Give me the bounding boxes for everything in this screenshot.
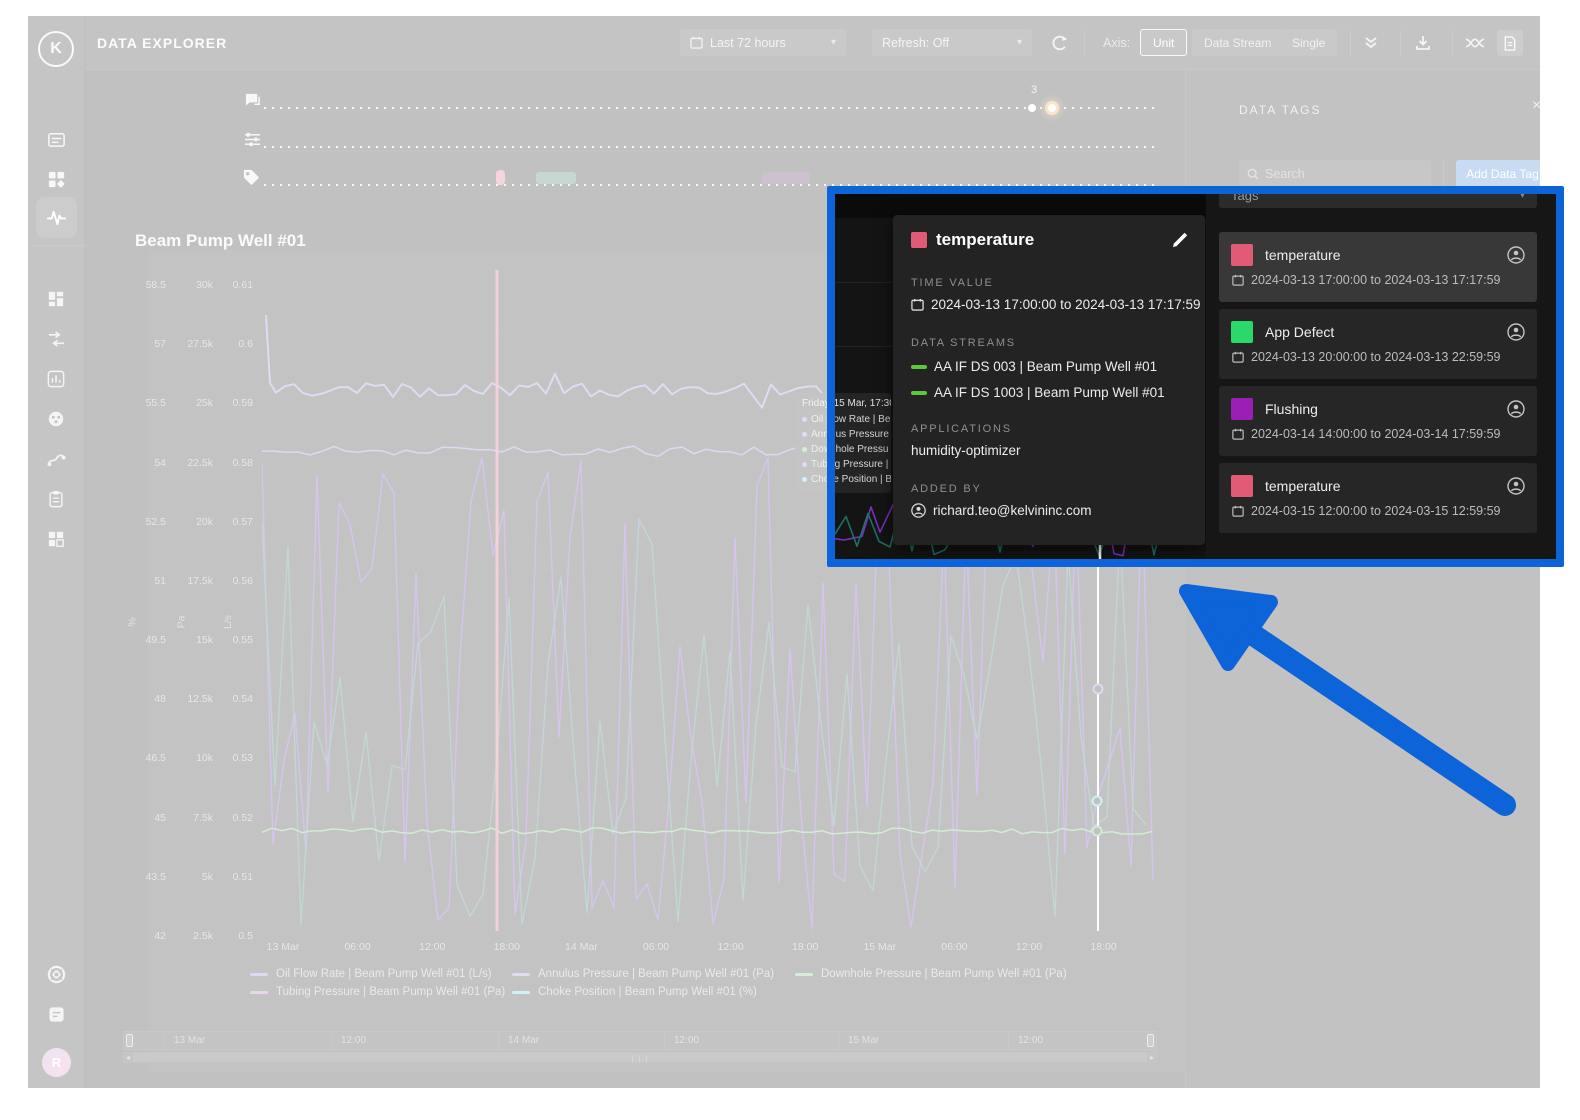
tag-date-text: 2024-03-14 14:00:00 to 2024-03-14 17:59:… [1251, 427, 1501, 441]
tag-card[interactable]: temperature 2024-03-13 17:00:00 to 2024-0… [1219, 232, 1537, 302]
tag-name: App Defect [1265, 324, 1335, 340]
data-tag-popup: temperature TIME VALUE 2024-03-13 17:00:… [893, 215, 1205, 545]
data-stream-swatch [911, 364, 927, 369]
tooltip-row: Downhole Pressu [835, 442, 888, 457]
calendar-icon [1232, 428, 1244, 440]
tag-date-range: 2024-03-14 14:00:00 to 2024-03-14 17:59:… [1232, 427, 1501, 441]
annotation-highlight-box: Friday, 15 Mar, 17:30 Oil Flow Rate | Be… [827, 186, 1564, 567]
data-stream-item: AA IF DS 003 | Beam Pump Well #01 [911, 359, 1157, 374]
tag-owner-button[interactable] [1507, 323, 1525, 341]
tag-date-text: 2024-03-13 17:00:00 to 2024-03-13 17:17:… [1251, 273, 1501, 287]
tooltip-series-label: Oil Flow Rate | Be [835, 414, 891, 425]
tooltip-row: Choke Position | B [835, 472, 891, 487]
tooltip-title: Friday, 15 Mar, 17:30 [835, 398, 891, 409]
person-icon [1507, 246, 1525, 264]
tag-color-swatch [911, 232, 927, 248]
tag-date-range: 2024-03-13 17:00:00 to 2024-03-13 17:17:… [1232, 273, 1501, 287]
tag-date-range: 2024-03-13 20:00:00 to 2024-03-13 22:59:… [1232, 350, 1501, 364]
tag-owner-button[interactable] [1507, 400, 1525, 418]
time-value-text: 2024-03-13 17:00:00 to 2024-03-13 17:17:… [931, 297, 1201, 312]
tooltip-series-label: Choke Position | B [835, 474, 891, 485]
tag-name: temperature [1265, 478, 1341, 494]
added-by-email: richard.teo@kelvininc.com [933, 503, 1092, 518]
applications-label: APPLICATIONS [911, 423, 1012, 435]
highlight-chart-region: Friday, 15 Mar, 17:30 Oil Flow Rate | Be… [835, 194, 1206, 559]
pencil-icon [1173, 232, 1188, 247]
calendar-icon [1232, 351, 1244, 363]
person-icon [1507, 400, 1525, 418]
tooltip-series-label: Tubing Pressure | [835, 459, 889, 470]
tag-card[interactable]: temperature 2024-03-15 12:00:00 to 2024-0… [1219, 463, 1537, 533]
tag-date-range: 2024-03-15 12:00:00 to 2024-03-15 12:59:… [1232, 504, 1501, 518]
data-stream-swatch [911, 390, 927, 395]
tooltip-row: Tubing Pressure | [835, 457, 888, 472]
tag-name: Flushing [1265, 401, 1318, 417]
calendar-icon [911, 298, 924, 311]
data-stream-item: AA IF DS 1003 | Beam Pump Well #01 [911, 385, 1165, 400]
tag-date-text: 2024-03-13 20:00:00 to 2024-03-13 22:59:… [1251, 350, 1501, 364]
person-icon [1507, 477, 1525, 495]
person-icon [1507, 323, 1525, 341]
person-icon [911, 503, 926, 518]
tag-color-swatch [1231, 475, 1253, 497]
tag-date-text: 2024-03-15 12:00:00 to 2024-03-15 12:59:… [1251, 504, 1501, 518]
page: { "topbar": { "app_title": "DATA EXPLORE… [0, 0, 1580, 1120]
calendar-icon [1232, 505, 1244, 517]
time-value: 2024-03-13 17:00:00 to 2024-03-13 17:17:… [911, 297, 1200, 312]
tag-owner-button[interactable] [1507, 246, 1525, 264]
edit-button[interactable] [1171, 231, 1189, 249]
application-name: humidity-optimizer [911, 443, 1021, 458]
tooltip-series-label: Downhole Pressu [835, 444, 889, 455]
tag-card[interactable]: App Defect 2024-03-13 20:00:00 to 2024-03… [1219, 309, 1537, 379]
data-streams-label: DATA STREAMS [911, 337, 1016, 349]
tag-color-swatch [1231, 398, 1253, 420]
data-stream-label: AA IF DS 003 | Beam Pump Well #01 [934, 359, 1158, 374]
tooltip-row: Annulus Pressure [835, 427, 889, 442]
tooltip-fragment: Friday, 15 Mar, 17:30 Oil Flow Rate | Be… [835, 393, 891, 493]
tooltip-rows: Oil Flow Rate | Be Annulus Pressure Downho… [835, 412, 891, 487]
tooltip-series-label: Annulus Pressure [835, 429, 889, 440]
tag-owner-button[interactable] [1507, 477, 1525, 495]
added-by-label: ADDED BY [911, 483, 982, 495]
highlight-tags-region: Tags ▾ temperature 2024-03-13 17:00:00 to… [1206, 194, 1556, 559]
tag-color-swatch [1231, 244, 1253, 266]
tooltip-row: Oil Flow Rate | Be [835, 412, 890, 427]
popup-title: temperature [936, 230, 1035, 249]
added-by: richard.teo@kelvininc.com [911, 503, 1092, 518]
calendar-icon [1232, 274, 1244, 286]
tag-color-swatch [1231, 321, 1253, 343]
tags-filter-dropdown[interactable]: Tags ▾ [1219, 187, 1537, 208]
chevron-down-icon: ▾ [1519, 189, 1525, 201]
tags-filter-label: Tags [1231, 187, 1259, 203]
tag-card[interactable]: Flushing 2024-03-14 14:00:00 to 2024-03-1… [1219, 386, 1537, 456]
data-stream-label: AA IF DS 1003 | Beam Pump Well #01 [934, 385, 1165, 400]
tag-name: temperature [1265, 247, 1341, 263]
time-value-label: TIME VALUE [911, 277, 994, 289]
